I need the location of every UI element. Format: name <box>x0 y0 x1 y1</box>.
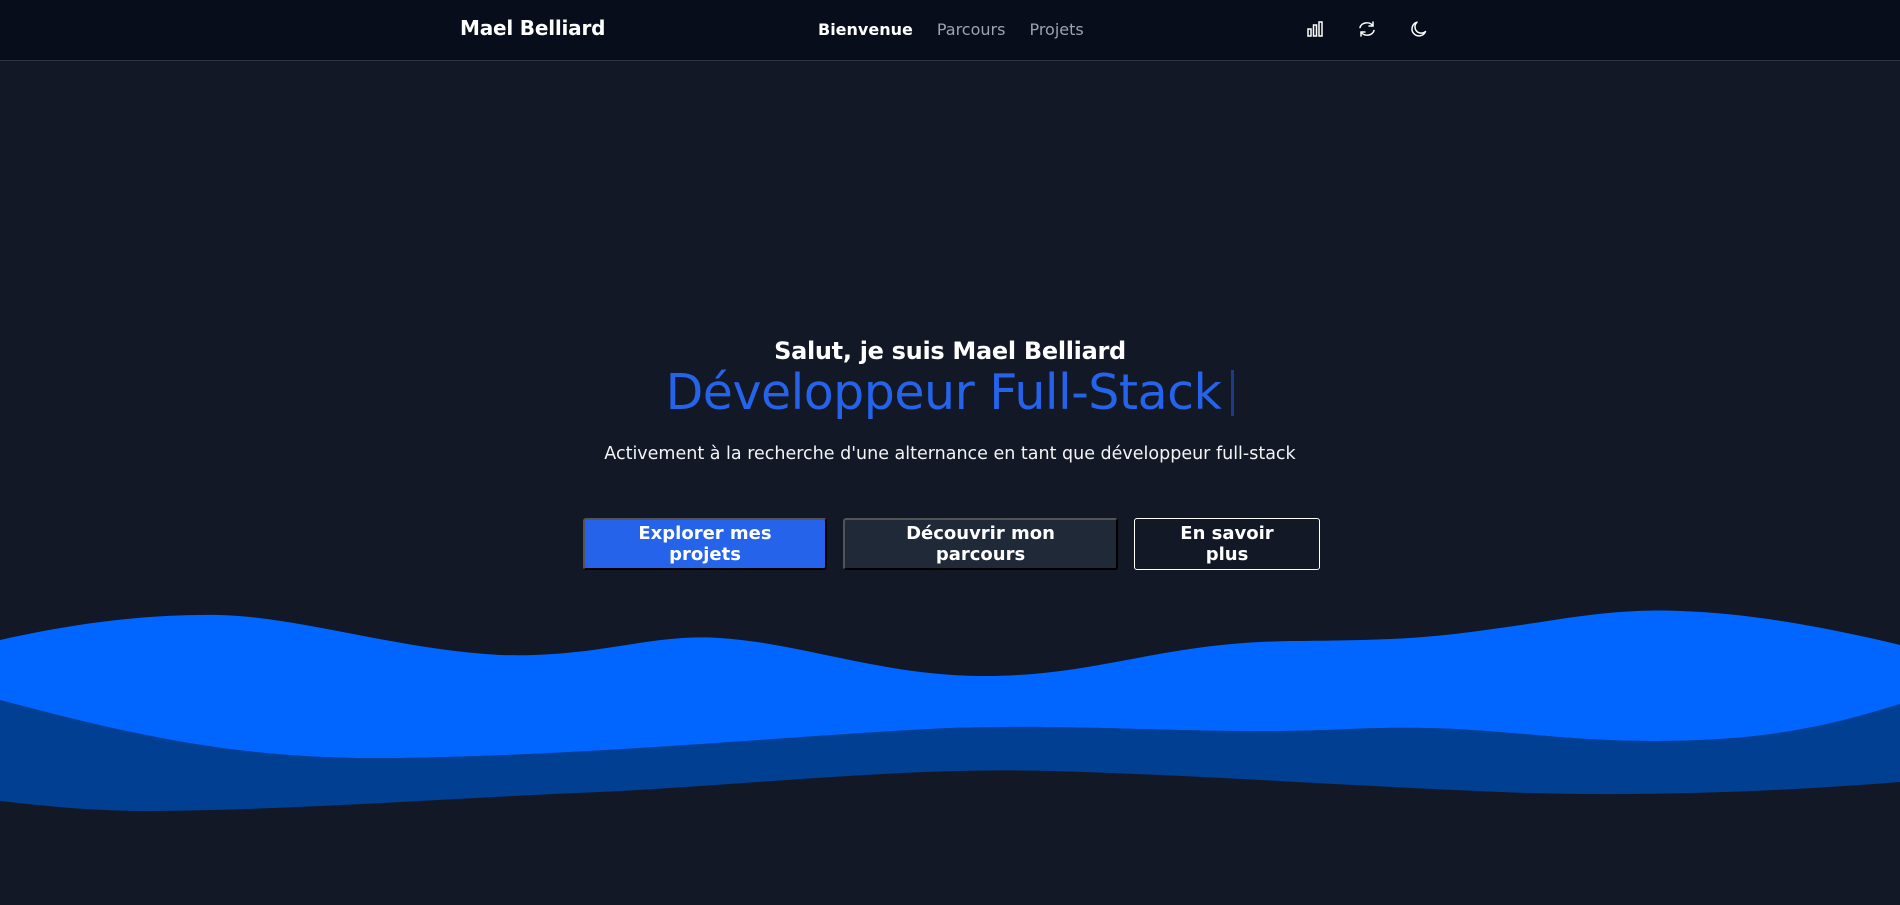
hero-greeting: Salut, je suis Mael Belliard <box>774 337 1126 365</box>
hero-role-title: Développeur Full-Stack <box>665 364 1222 421</box>
hero-actions: Explorer mes projets Découvrir mon parco… <box>583 518 1320 570</box>
decorative-waves <box>0 610 1900 811</box>
hero-section: Salut, je suis Mael Belliard Développeur… <box>0 61 1900 571</box>
top-navbar: Mael Belliard Bienvenue Parcours Projets <box>0 0 1900 61</box>
nav-link-projets[interactable]: Projets <box>1029 20 1083 39</box>
learn-more-button[interactable]: En savoir plus <box>1134 518 1320 570</box>
nav-link-parcours[interactable]: Parcours <box>937 20 1006 39</box>
hero-tagline: Activement à la recherche d'une alternan… <box>604 444 1296 464</box>
hero-role-line: Développeur Full-Stack <box>0 364 1900 421</box>
bar-chart-icon[interactable] <box>1305 18 1325 40</box>
nav-link-bienvenue[interactable]: Bienvenue <box>818 20 913 39</box>
refresh-icon[interactable] <box>1357 18 1377 40</box>
typing-caret <box>1231 369 1235 416</box>
discover-journey-button[interactable]: Découvrir mon parcours <box>843 518 1118 570</box>
nav-icon-group <box>1305 18 1429 40</box>
explore-projects-button[interactable]: Explorer mes projets <box>583 518 827 570</box>
main-nav: Bienvenue Parcours Projets <box>818 20 1084 39</box>
moon-icon[interactable] <box>1409 18 1429 40</box>
brand-logo[interactable]: Mael Belliard <box>460 16 605 40</box>
